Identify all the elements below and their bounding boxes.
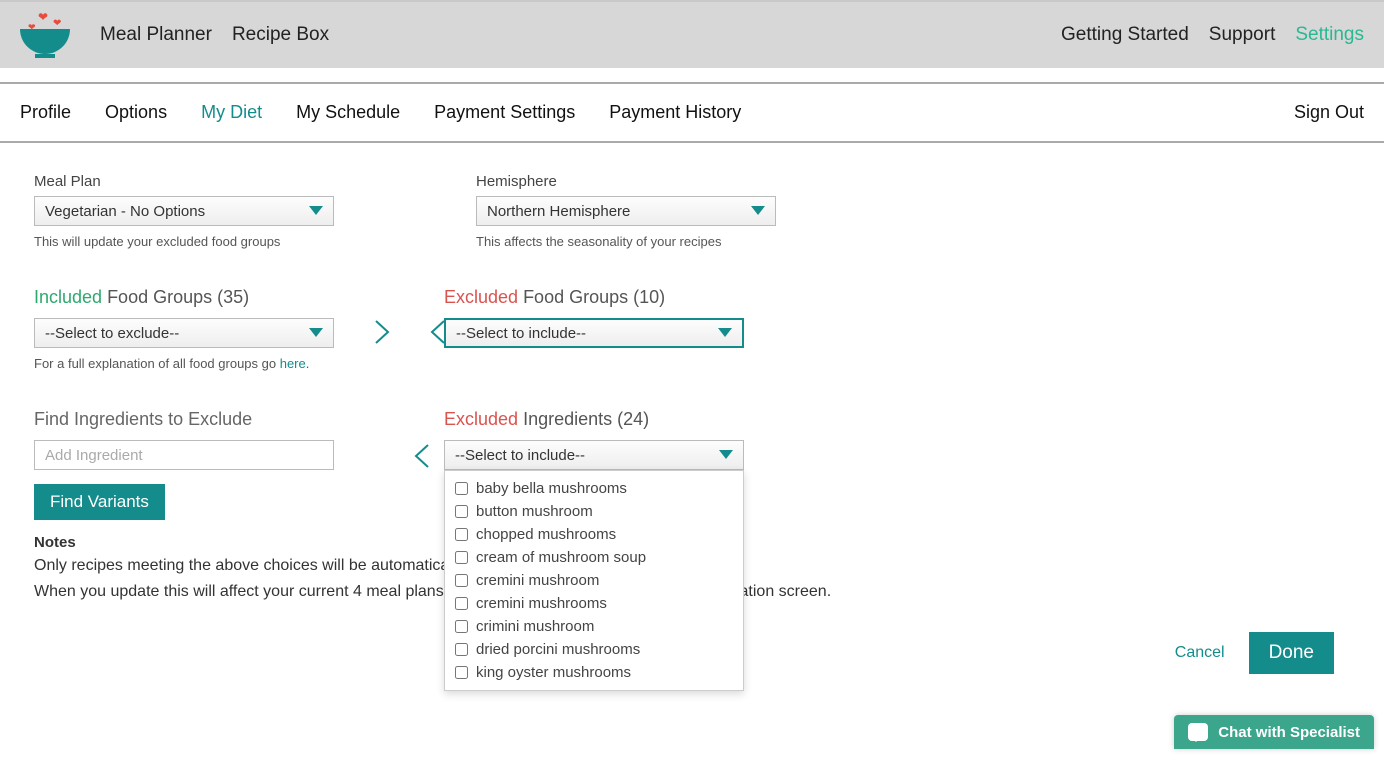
meal-plan-value: Vegetarian - No Options [45, 203, 205, 220]
tab-my-schedule[interactable]: My Schedule [296, 102, 400, 123]
dropdown-item[interactable]: crimini mushroom [445, 615, 743, 638]
chevron-down-icon [719, 450, 733, 460]
logo[interactable]: ❤ ❤ ❤ [20, 10, 70, 60]
dropdown-item-label: cremini mushrooms [476, 595, 607, 612]
meal-plan-helper: This will update your excluded food grou… [34, 234, 334, 249]
find-ingredients-group: Find Ingredients to Exclude Find Variant… [34, 409, 334, 520]
done-button[interactable]: Done [1249, 632, 1334, 674]
find-ingredients-title: Find Ingredients to Exclude [34, 409, 334, 430]
top-nav-right: Getting Started Support Settings [1061, 24, 1364, 46]
dropdown-item-label: king oyster mushrooms [476, 664, 631, 681]
excluded-ingredients-select[interactable]: --Select to include-- [444, 440, 744, 470]
excluded-groups-select[interactable]: --Select to include-- [444, 318, 744, 348]
checkbox[interactable] [455, 643, 468, 656]
checkbox[interactable] [455, 597, 468, 610]
chat-label: Chat with Specialist [1218, 724, 1360, 741]
add-ingredient-input[interactable] [34, 440, 334, 470]
included-groups-helper: For a full explanation of all food group… [34, 356, 334, 371]
settings-subnav: Profile Options My Diet My Schedule Paym… [0, 82, 1384, 143]
chat-widget[interactable]: Chat with Specialist [1174, 715, 1374, 749]
meal-plan-select[interactable]: Vegetarian - No Options [34, 196, 334, 226]
checkbox[interactable] [455, 482, 468, 495]
excluded-groups-title: Excluded Food Groups (10) [444, 287, 744, 308]
tab-payment-settings[interactable]: Payment Settings [434, 102, 575, 123]
checkbox[interactable] [455, 574, 468, 587]
my-diet-form: Meal Plan Vegetarian - No Options This w… [0, 143, 1384, 694]
dropdown-item[interactable]: cremini mushrooms [445, 592, 743, 615]
bowl-icon [20, 29, 70, 54]
dropdown-item[interactable]: chopped mushrooms [445, 523, 743, 546]
dropdown-item-label: cream of mushroom soup [476, 549, 646, 566]
excluded-ingredients-title: Excluded Ingredients (24) [444, 409, 784, 430]
nav-getting-started[interactable]: Getting Started [1061, 24, 1189, 46]
included-groups: Included Food Groups (35) --Select to ex… [34, 287, 334, 371]
chevron-down-icon [718, 328, 732, 338]
chevron-down-icon [751, 206, 765, 216]
nav-recipe-box[interactable]: Recipe Box [232, 24, 329, 46]
top-nav: Meal Planner Recipe Box [100, 24, 329, 46]
heart-icon: ❤ [38, 10, 48, 24]
chevron-down-icon [309, 206, 323, 216]
sign-out-link[interactable]: Sign Out [1294, 102, 1364, 123]
tab-my-diet[interactable]: My Diet [201, 102, 262, 123]
hemisphere-label: Hemisphere [476, 173, 776, 190]
hemisphere-group: Hemisphere Northern Hemisphere This affe… [476, 173, 776, 249]
checkbox[interactable] [455, 528, 468, 541]
hemisphere-value: Northern Hemisphere [487, 203, 630, 220]
hemisphere-select[interactable]: Northern Hemisphere [476, 196, 776, 226]
meal-plan-group: Meal Plan Vegetarian - No Options This w… [34, 173, 334, 249]
chevron-down-icon [309, 328, 323, 338]
nav-support[interactable]: Support [1209, 24, 1276, 46]
tab-profile[interactable]: Profile [20, 102, 71, 123]
cancel-link[interactable]: Cancel [1175, 644, 1225, 662]
dropdown-item[interactable]: baby bella mushrooms [445, 477, 743, 500]
included-groups-title: Included Food Groups (35) [34, 287, 334, 308]
top-header: ❤ ❤ ❤ Meal Planner Recipe Box Getting St… [0, 0, 1384, 68]
dropdown-item-label: chopped mushrooms [476, 526, 616, 543]
chat-icon [1188, 723, 1208, 741]
move-right-icon[interactable] [374, 319, 390, 345]
checkbox[interactable] [455, 505, 468, 518]
dropdown-item-label: dried porcini mushrooms [476, 641, 640, 658]
dropdown-item[interactable]: cream of mushroom soup [445, 546, 743, 569]
meal-plan-label: Meal Plan [34, 173, 334, 190]
dropdown-item-label: crimini mushroom [476, 618, 594, 635]
find-variants-button[interactable]: Find Variants [34, 484, 165, 520]
hemisphere-helper: This affects the seasonality of your rec… [476, 234, 776, 249]
checkbox[interactable] [455, 620, 468, 633]
dropdown-item[interactable]: dried porcini mushrooms [445, 638, 743, 661]
dropdown-item-label: baby bella mushrooms [476, 480, 627, 497]
move-left-icon[interactable] [414, 443, 430, 469]
nav-meal-planner[interactable]: Meal Planner [100, 24, 212, 46]
food-groups-help-link[interactable]: here [280, 356, 306, 371]
dropdown-item[interactable]: button mushroom [445, 500, 743, 523]
dropdown-item-label: button mushroom [476, 503, 593, 520]
dropdown-item[interactable]: king oyster mushrooms [445, 661, 743, 684]
included-groups-select[interactable]: --Select to exclude-- [34, 318, 334, 348]
heart-icon: ❤ [53, 18, 61, 29]
nav-settings[interactable]: Settings [1295, 24, 1364, 46]
checkbox[interactable] [455, 551, 468, 564]
excluded-ingredients-group: Excluded Ingredients (24) --Select to in… [444, 409, 784, 470]
tab-payment-history[interactable]: Payment History [609, 102, 741, 123]
checkbox[interactable] [455, 666, 468, 679]
dropdown-item[interactable]: cremini mushroom [445, 569, 743, 592]
excluded-ingredients-dropdown[interactable]: baby bella mushrooms button mushroom chopp… [444, 470, 744, 691]
tab-options[interactable]: Options [105, 102, 167, 123]
excluded-groups: Excluded Food Groups (10) --Select to in… [444, 287, 744, 348]
dropdown-item-label: cremini mushroom [476, 572, 599, 589]
